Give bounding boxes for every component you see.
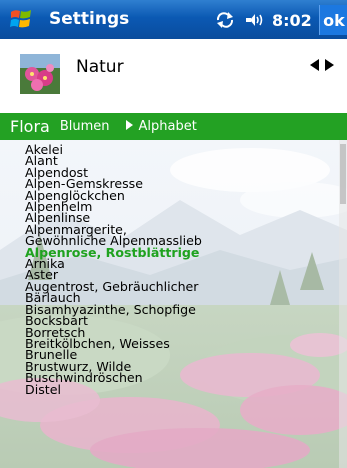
tab-flora[interactable]: Flora [10, 117, 50, 136]
page-nav [310, 59, 334, 71]
list-item[interactable]: Distel [25, 382, 202, 395]
page-header: Natur [0, 39, 347, 111]
status-area: 8:02 [214, 8, 312, 32]
sync-arrows-icon[interactable] [214, 11, 236, 29]
next-arrow-icon[interactable] [325, 59, 334, 71]
plant-list-area: Akelei Alant Alpendost Alpen-Gemskresse … [0, 140, 347, 468]
plant-list: Akelei Alant Alpendost Alpen-Gemskresse … [25, 143, 202, 396]
clock[interactable]: 8:02 [272, 11, 312, 30]
title-bar: Settings 8:02 ok [0, 0, 347, 39]
previous-arrow-icon[interactable] [310, 59, 319, 71]
tab-blumen[interactable]: Blumen [60, 119, 110, 134]
list-scrollbar[interactable] [339, 140, 347, 468]
windows-flag-icon[interactable] [8, 6, 35, 33]
page-title: Natur [76, 57, 124, 77]
category-bar: Flora Blumen Alphabet [0, 113, 347, 140]
window-title: Settings [49, 9, 130, 29]
flower-icon [20, 54, 60, 94]
ok-button[interactable]: ok [319, 5, 347, 35]
tab-alphabet[interactable]: Alphabet [120, 119, 197, 134]
speaker-icon[interactable] [242, 11, 266, 29]
scrollbar-thumb[interactable] [340, 144, 346, 204]
